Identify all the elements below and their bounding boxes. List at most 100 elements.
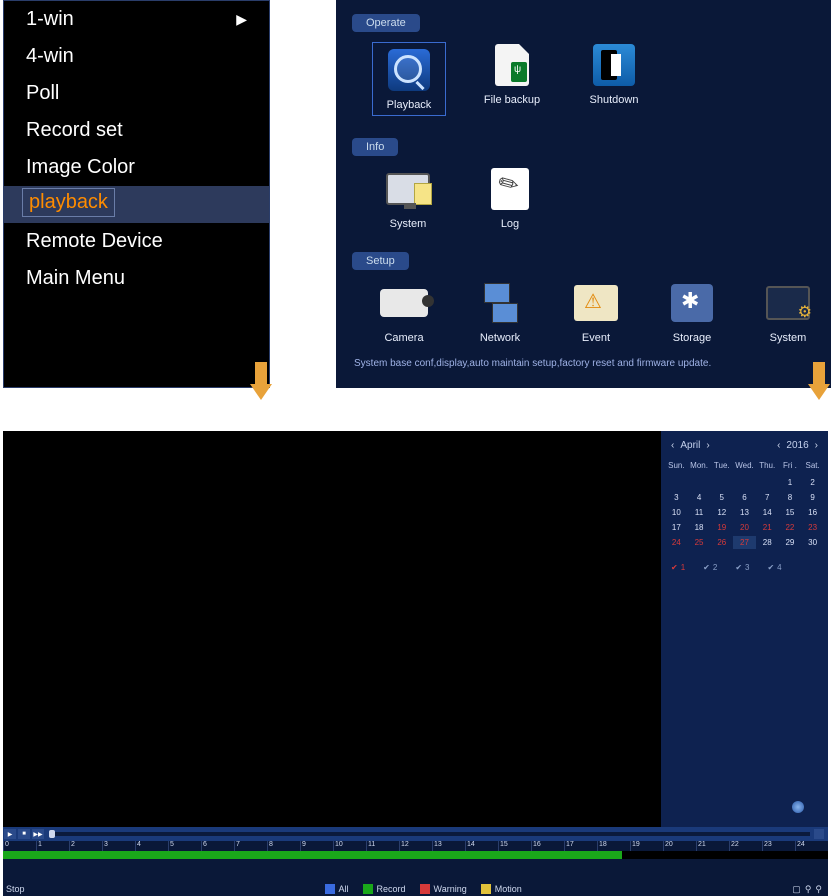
info-row: System Log: [336, 164, 831, 238]
ruler-bar[interactable]: [3, 851, 828, 859]
system-icon: [386, 173, 430, 205]
ruler-tick: 5: [168, 841, 201, 851]
channel-toggle[interactable]: ✔4: [767, 563, 781, 572]
calendar-day[interactable]: 14: [756, 506, 779, 519]
ctx-item-remotedevice[interactable]: Remote Device: [4, 223, 269, 260]
ctx-label: Poll: [26, 82, 59, 105]
ctx-item-4win[interactable]: 4-win: [4, 38, 269, 75]
dow-label: Fri .: [779, 459, 802, 474]
ruler-tick: 10: [333, 841, 366, 851]
calendar-day[interactable]: 4: [688, 491, 711, 504]
dow-label: Sat.: [801, 459, 824, 474]
ctx-item-playback[interactable]: playback playback: [4, 186, 269, 223]
storage-icon: [671, 284, 713, 322]
ctx-label: 4-win: [26, 45, 74, 68]
disc-icon[interactable]: [792, 801, 804, 813]
ctx-item-poll[interactable]: Poll: [4, 75, 269, 112]
ruler-tick: 1: [36, 841, 69, 851]
setup-system-button[interactable]: System: [752, 280, 824, 344]
calendar-day[interactable]: 10: [665, 506, 688, 519]
ruler-tick: 7: [234, 841, 267, 851]
playback-video-area[interactable]: [3, 431, 661, 827]
channel-toggle[interactable]: ✔2: [703, 563, 717, 572]
setup-event-button[interactable]: Event: [560, 280, 632, 344]
next-month-button[interactable]: ›: [706, 440, 709, 451]
legend-all: All: [325, 884, 349, 895]
calendar-day[interactable]: 19: [710, 521, 733, 534]
calendar-day[interactable]: 27: [733, 536, 756, 549]
calendar-day[interactable]: 11: [688, 506, 711, 519]
operate-playback-button[interactable]: Playback: [372, 42, 446, 116]
calendar-day[interactable]: 26: [710, 536, 733, 549]
submenu-arrow-icon: ▶: [236, 11, 247, 28]
channel-toggle[interactable]: ✔3: [735, 563, 749, 572]
info-system-button[interactable]: System: [372, 166, 444, 230]
calendar-day[interactable]: 18: [688, 521, 711, 534]
calendar-header: ‹ April › ‹ 2016 ›: [661, 431, 828, 459]
calendar-day[interactable]: 28: [756, 536, 779, 549]
calendar-day[interactable]: 25: [688, 536, 711, 549]
info-log-button[interactable]: Log: [474, 166, 546, 230]
snapshot-button[interactable]: [814, 829, 824, 839]
fullscreen-icon[interactable]: ▢: [792, 884, 801, 895]
calendar-day[interactable]: 29: [779, 536, 802, 549]
step-button[interactable]: ▶▶: [32, 829, 44, 839]
calendar-day[interactable]: 3: [665, 491, 688, 504]
zoom-in-icon[interactable]: ⚲: [805, 884, 812, 895]
ruler-tick: 6: [201, 841, 234, 851]
calendar-day[interactable]: 12: [710, 506, 733, 519]
calendar-day[interactable]: 17: [665, 521, 688, 534]
calendar-day[interactable]: 20: [733, 521, 756, 534]
dow-label: Tue.: [710, 459, 733, 474]
shutdown-icon: [593, 44, 635, 86]
ruler-tick: 15: [498, 841, 531, 851]
zoom-out-icon[interactable]: ⚲: [815, 884, 822, 895]
prev-month-button[interactable]: ‹: [671, 440, 674, 451]
calendar-day[interactable]: 9: [801, 491, 824, 504]
calendar-day[interactable]: 1: [779, 476, 802, 489]
ruler-tick: 13: [432, 841, 465, 851]
operate-filebackup-button[interactable]: File backup: [476, 42, 548, 106]
calendar-day[interactable]: 23: [801, 521, 824, 534]
calendar-day[interactable]: 16: [801, 506, 824, 519]
playback-status-bar: Stop All Record Warning Motion ▢ ⚲ ⚲: [3, 882, 828, 896]
calendar-day[interactable]: 2: [801, 476, 824, 489]
setup-camera-button[interactable]: Camera: [368, 280, 440, 344]
calendar-day[interactable]: 24: [665, 536, 688, 549]
calendar-day[interactable]: 30: [801, 536, 824, 549]
next-year-button[interactable]: ›: [815, 440, 818, 451]
setup-storage-button[interactable]: Storage: [656, 280, 728, 344]
ctx-item-1win[interactable]: 1-win ▶: [4, 1, 269, 38]
calendar-day[interactable]: 13: [733, 506, 756, 519]
calendar-day[interactable]: 5: [710, 491, 733, 504]
stop-button[interactable]: ■: [18, 829, 30, 839]
ctx-item-imagecolor[interactable]: Image Color: [4, 149, 269, 186]
channel-toggle[interactable]: ✔1: [671, 563, 685, 572]
ruler-tick: 23: [762, 841, 795, 851]
operate-shutdown-button[interactable]: Shutdown: [578, 42, 650, 106]
operate-row: Playback File backup Shutdown: [336, 40, 831, 124]
seek-thumb[interactable]: [49, 830, 55, 838]
calendar-day[interactable]: 21: [756, 521, 779, 534]
ctx-item-recordset[interactable]: Record set: [4, 112, 269, 149]
seek-track[interactable]: [49, 832, 810, 836]
legend-record: Record: [363, 884, 406, 895]
ctx-item-mainmenu[interactable]: Main Menu: [4, 260, 269, 297]
status-label: Stop: [3, 884, 25, 894]
playback-window: ‹ April › ‹ 2016 › Sun.Mon.Tue.Wed.Thu.F…: [3, 431, 828, 896]
ruler-tick: 11: [366, 841, 399, 851]
calendar-day[interactable]: 7: [756, 491, 779, 504]
play-button[interactable]: ▶: [4, 829, 16, 839]
month-label: April: [680, 440, 700, 451]
section-tag-setup: Setup: [352, 252, 409, 270]
ruler-tick: 0: [3, 841, 36, 851]
network-icon: [478, 283, 522, 323]
calendar-day[interactable]: 8: [779, 491, 802, 504]
calendar-day[interactable]: 6: [733, 491, 756, 504]
setup-network-button[interactable]: Network: [464, 280, 536, 344]
year-nav: ‹ 2016 ›: [777, 440, 818, 451]
prev-year-button[interactable]: ‹: [777, 440, 780, 451]
calendar-day[interactable]: 15: [779, 506, 802, 519]
playback-icon: [388, 49, 430, 91]
calendar-day[interactable]: 22: [779, 521, 802, 534]
